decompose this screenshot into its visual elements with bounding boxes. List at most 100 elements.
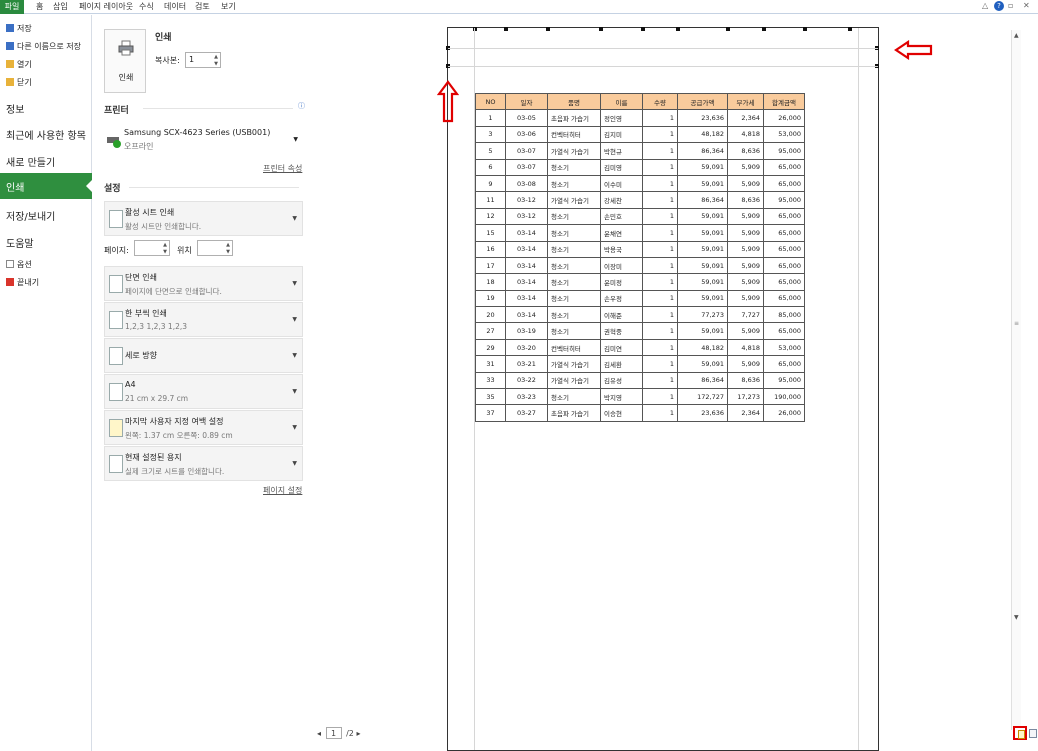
print-title: 인쇄 <box>155 33 172 43</box>
table-cell: 37 <box>475 404 506 422</box>
table-cell: 8,636 <box>727 142 764 160</box>
top-margin-line[interactable] <box>448 66 878 67</box>
nav-print-selected[interactable]: 인쇄 <box>0 173 93 199</box>
table-cell: 1 <box>642 371 678 390</box>
table-cell: 손우정 <box>600 289 643 308</box>
column-header: 공급가액 <box>677 92 728 111</box>
pages-to-up-icon[interactable]: ▲ <box>226 242 230 248</box>
table-cell: 59,091 <box>677 158 728 176</box>
nav-save-send[interactable]: 저장/보내기 <box>6 208 55 223</box>
table-cell: 23,636 <box>677 404 728 422</box>
show-margins-button[interactable] <box>1013 726 1027 740</box>
copies-up-icon[interactable]: ▲ <box>214 54 218 60</box>
nav-info[interactable]: 정보 <box>6 101 24 116</box>
pages-label: 페이지: <box>104 246 129 255</box>
collate-dropdown[interactable]: 한 부씩 인쇄 1,2,3 1,2,3 1,2,3 ▼ <box>104 302 303 337</box>
column-margin-handle[interactable] <box>676 27 680 31</box>
scroll-thumb[interactable]: ≡ <box>1014 320 1019 327</box>
table-cell: 1 <box>642 142 678 160</box>
preview-scrollbar[interactable]: ▲ ≡ ▼ <box>1011 30 1021 730</box>
tab-formulas[interactable]: 수식 <box>139 0 154 14</box>
table-cell: 청소기 <box>547 224 601 242</box>
scaling-dropdown[interactable]: 현재 설정된 용지 실제 크기로 시트를 인쇄합니다. ▼ <box>104 446 303 481</box>
column-margin-handle[interactable] <box>726 27 730 31</box>
printer-dropdown[interactable]: Samsung SCX-4623 Series (USB001) 오프라인 ▼ <box>104 124 303 159</box>
pages-to-input[interactable]: ▲ ▼ <box>197 240 233 256</box>
print-button-label: 인쇄 <box>118 73 134 82</box>
pages-from-input[interactable]: ▲ ▼ <box>134 240 170 256</box>
pages-to-down-icon[interactable]: ▼ <box>226 249 230 255</box>
scroll-down-icon[interactable]: ▼ <box>1014 614 1019 621</box>
printer-info-icon[interactable]: ⓘ <box>298 101 305 111</box>
prev-page-icon[interactable]: ◂ <box>317 729 321 738</box>
table-cell: 5,909 <box>727 322 764 340</box>
table-cell: 초음파 가습기 <box>547 404 601 422</box>
restore-icon[interactable]: ▫ <box>1008 1 1013 10</box>
table-cell: 65,000 <box>763 158 805 176</box>
table-cell: 청소기 <box>547 256 601 275</box>
tab-insert[interactable]: 삽입 <box>53 0 68 14</box>
print-what-dropdown[interactable]: 활성 시트 인쇄 활성 시트만 인쇄합니다. ▼ <box>104 201 303 236</box>
nav-new[interactable]: 새로 만들기 <box>6 154 55 169</box>
close-icon[interactable]: ✕ <box>1023 1 1030 10</box>
table-cell: 65,000 <box>763 240 805 258</box>
table-cell: 3 <box>475 125 506 144</box>
tab-review[interactable]: 검토 <box>195 0 210 14</box>
page-setup-link[interactable]: 페이지 설정 <box>263 485 302 496</box>
table-cell: 1 <box>642 109 678 127</box>
sides-dropdown[interactable]: 단면 인쇄 페이지에 단면으로 인쇄합니다. ▼ <box>104 266 303 301</box>
table-cell: 가열식 가습기 <box>547 142 601 160</box>
table-row: 1 03-05 초음파 가습기 정인영 1 23,636 2,364 26,000 <box>475 109 805 127</box>
tab-home[interactable]: 홈 <box>36 0 43 14</box>
next-page-icon[interactable]: ▸ <box>356 729 360 738</box>
nav-options[interactable]: 옵션 <box>6 259 32 271</box>
table-cell: 청소기 <box>547 289 601 308</box>
nav-save[interactable]: 저장 <box>6 23 32 35</box>
table-cell: 95,000 <box>763 191 805 209</box>
pages-to-label: 위치 <box>177 246 192 255</box>
table-cell: 95,000 <box>763 371 805 390</box>
current-page-input[interactable]: 1 <box>325 727 342 739</box>
nav-open[interactable]: 열기 <box>6 59 32 71</box>
help-icon[interactable]: ? <box>994 1 1004 11</box>
zoom-to-page-button[interactable] <box>1029 729 1037 738</box>
column-margin-handle[interactable] <box>848 27 852 31</box>
nav-close[interactable]: 닫기 <box>6 77 32 89</box>
column-margin-handle[interactable] <box>641 27 645 31</box>
scroll-up-icon[interactable]: ▲ <box>1014 32 1019 39</box>
right-margin-line[interactable] <box>858 28 859 750</box>
one-sided-icon <box>109 275 123 293</box>
table-cell: 5,909 <box>727 224 764 242</box>
column-margin-handle[interactable] <box>504 27 508 31</box>
table-cell: 이수미 <box>600 174 643 193</box>
nav-save-as[interactable]: 다른 이름으로 저장 <box>6 41 81 53</box>
copies-input[interactable]: 1 ▲ ▼ <box>185 52 221 68</box>
table-row: 31 03-21 가열식 가습기 김세환 1 59,091 5,909 65,000 <box>475 355 805 373</box>
nav-help[interactable]: 도움말 <box>6 235 34 250</box>
margins-dropdown[interactable]: 마지막 사용자 지정 여백 설정 왼쪽: 1.37 cm 오른쪽: 0.89 c… <box>104 410 303 445</box>
header-margin-line[interactable] <box>448 48 878 49</box>
column-margin-handle[interactable] <box>803 27 807 31</box>
minimize-ribbon-icon[interactable]: △ <box>982 1 988 10</box>
column-margin-handle[interactable] <box>762 27 766 31</box>
column-margin-handle[interactable] <box>599 27 603 31</box>
table-cell: 190,000 <box>763 388 805 406</box>
pages-from-up-icon[interactable]: ▲ <box>163 242 167 248</box>
table-cell: 컨벡터히터 <box>547 125 601 144</box>
paper-size-dropdown[interactable]: A4 21 cm x 29.7 cm ▼ <box>104 374 303 409</box>
tab-page-layout[interactable]: 페이지 레이아웃 <box>79 0 133 14</box>
print-button[interactable]: 인쇄 <box>104 29 146 93</box>
nav-exit[interactable]: 끝내기 <box>6 277 39 289</box>
table-row: 18 03-14 청소기 윤미정 1 59,091 5,909 65,000 <box>475 273 805 291</box>
column-margin-handle[interactable] <box>546 27 550 31</box>
table-cell: 65,000 <box>763 224 805 242</box>
tab-data[interactable]: 데이터 <box>164 0 186 14</box>
printer-properties-link[interactable]: 프린터 속성 <box>263 163 302 174</box>
orientation-dropdown[interactable]: 세로 방향 ▼ <box>104 338 303 373</box>
tab-file[interactable]: 파일 <box>0 0 24 14</box>
pages-from-down-icon[interactable]: ▼ <box>163 249 167 255</box>
tab-view[interactable]: 보기 <box>221 0 236 14</box>
table-cell: 박용국 <box>600 240 643 258</box>
nav-recent[interactable]: 최근에 사용한 항목 <box>6 127 86 142</box>
copies-down-icon[interactable]: ▼ <box>214 61 218 67</box>
